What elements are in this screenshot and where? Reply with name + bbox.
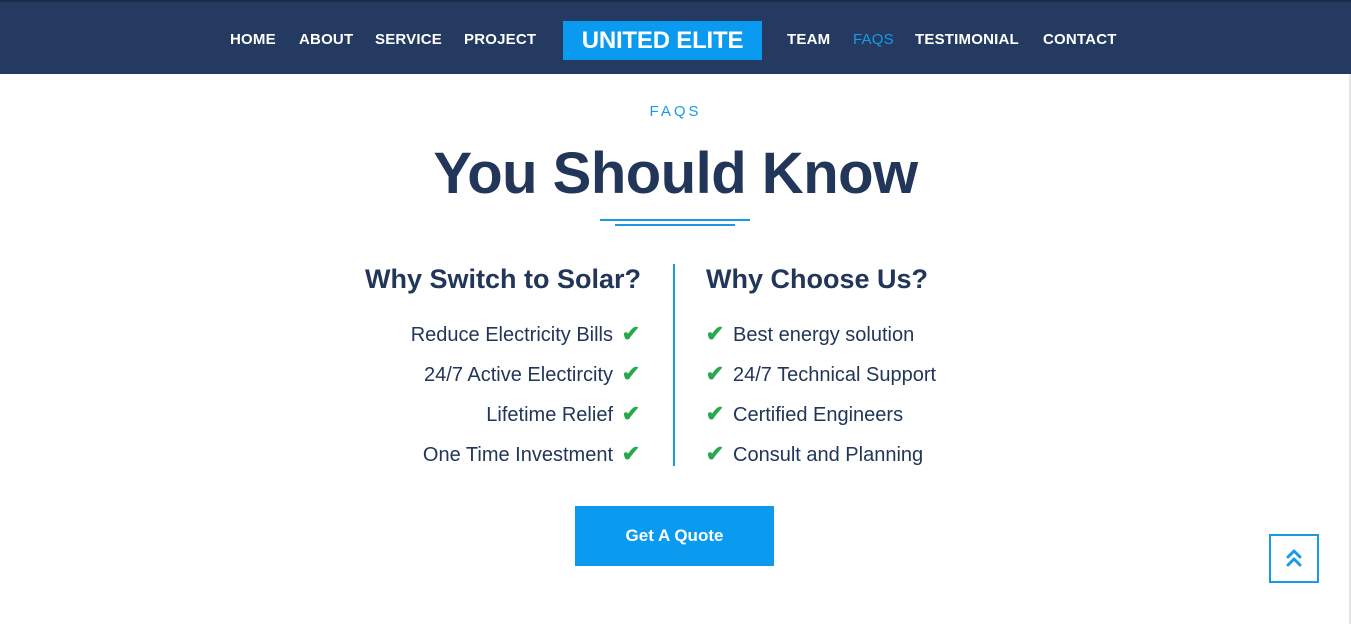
list-item: Reduce Electricity Bills ✔ bbox=[411, 320, 641, 348]
list-item-label: Consult and Planning bbox=[733, 444, 924, 466]
scroll-to-top-button[interactable] bbox=[1269, 534, 1319, 583]
check-icon: ✔ bbox=[705, 441, 725, 466]
nav-contact-link[interactable]: CONTACT bbox=[1043, 28, 1117, 52]
list-item: ✔ Best energy solution bbox=[705, 320, 914, 348]
top-navbar: HOME ABOUT SERVICE PROJECT UNITED ELITE … bbox=[0, 0, 1351, 74]
list-item: ✔ 24/7 Technical Support bbox=[705, 360, 936, 388]
nav-team-link[interactable]: TEAM bbox=[787, 28, 830, 52]
list-item-label: Certified Engineers bbox=[733, 404, 904, 426]
list-item: One Time Investment ✔ bbox=[423, 440, 641, 468]
check-icon: ✔ bbox=[621, 361, 641, 386]
why-choose-title: Why Choose Us? bbox=[706, 264, 929, 294]
title-underline bbox=[600, 219, 750, 221]
column-divider bbox=[673, 264, 675, 466]
get-a-quote-button[interactable]: Get A Quote bbox=[575, 506, 774, 566]
check-icon: ✔ bbox=[621, 401, 641, 426]
list-item-label: Lifetime Relief bbox=[486, 404, 613, 426]
list-item-label: One Time Investment bbox=[422, 444, 613, 466]
section-eyebrow: FAQS bbox=[649, 103, 702, 120]
list-item: ✔ Consult and Planning bbox=[705, 440, 923, 468]
list-item-label: 24/7 Technical Support bbox=[733, 364, 937, 386]
double-chevron-up-icon bbox=[1286, 549, 1302, 567]
check-icon: ✔ bbox=[705, 321, 725, 346]
nav-faqs-link[interactable]: FAQS bbox=[853, 28, 894, 52]
list-item-label: 24/7 Active Electircity bbox=[424, 364, 613, 386]
nav-service-link[interactable]: SERVICE bbox=[375, 28, 442, 52]
check-icon: ✔ bbox=[705, 361, 725, 386]
list-item: ✔ Certified Engineers bbox=[705, 400, 903, 428]
title-underline-secondary bbox=[615, 224, 735, 226]
nav-testimonial-link[interactable]: TESTIMONIAL bbox=[915, 28, 1019, 52]
nav-home-link[interactable]: HOME bbox=[230, 28, 276, 52]
check-icon: ✔ bbox=[621, 321, 641, 346]
check-icon: ✔ bbox=[621, 441, 641, 466]
list-item-label: Best energy solution bbox=[733, 324, 915, 346]
nav-about-link[interactable]: ABOUT bbox=[299, 28, 353, 52]
nav-project-link[interactable]: PROJECT bbox=[464, 28, 536, 52]
check-icon: ✔ bbox=[705, 401, 725, 426]
list-item: Lifetime Relief ✔ bbox=[486, 400, 641, 428]
brand-logo[interactable]: UNITED ELITE bbox=[563, 21, 762, 60]
section-title: You Should Know bbox=[433, 141, 918, 206]
why-switch-title: Why Switch to Solar? bbox=[364, 264, 641, 294]
list-item: 24/7 Active Electircity ✔ bbox=[424, 360, 641, 388]
list-item-label: Reduce Electricity Bills bbox=[410, 324, 613, 346]
